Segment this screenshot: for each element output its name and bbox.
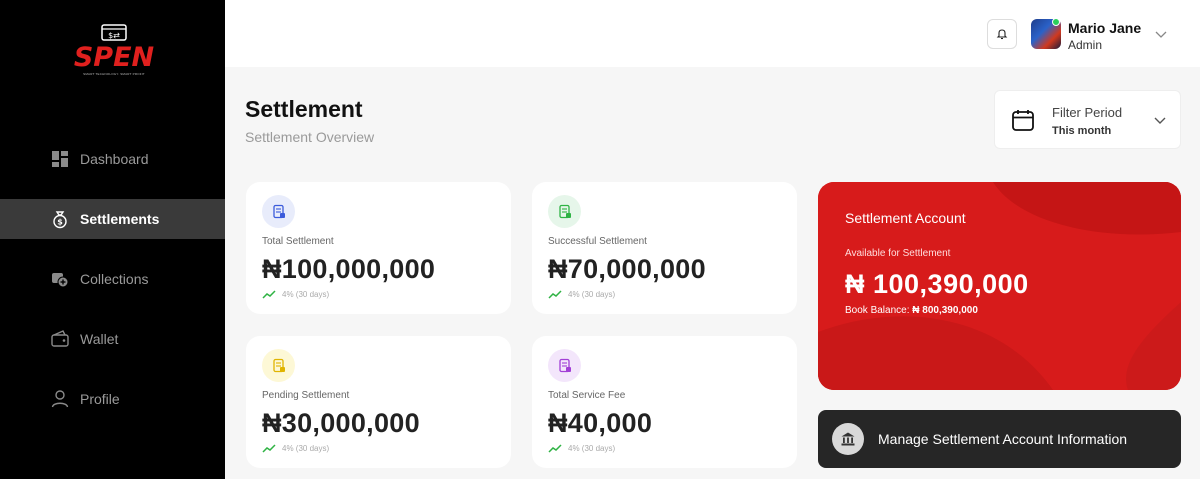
brand-logo[interactable]: $⇄ SPEN SMART TECHNOLOGY. SMART PROFIT xyxy=(68,24,160,84)
svg-text:$: $ xyxy=(57,218,63,227)
trend-indicator: 4% (30 days) xyxy=(548,443,615,453)
chevron-down-icon xyxy=(1154,117,1166,124)
settlement-account-card: Settlement Account Available for Settlem… xyxy=(818,182,1181,390)
page-subtitle: Settlement Overview xyxy=(245,129,375,145)
book-balance-label: Book Balance: xyxy=(845,305,910,316)
trend-indicator: 4% (30 days) xyxy=(262,289,329,299)
stat-value: ₦100,000,000 xyxy=(262,254,436,284)
trend-text: 4% (30 days) xyxy=(282,443,330,453)
trend-up-icon xyxy=(262,444,276,453)
stat-card-total-service-fee[interactable]: Total Service Fee ₦40,000 4% (30 days) xyxy=(532,336,797,468)
sidebar: $⇄ SPEN SMART TECHNOLOGY. SMART PROFIT D… xyxy=(0,0,225,479)
svg-text:$⇄: $⇄ xyxy=(108,31,120,40)
stat-value: ₦30,000,000 xyxy=(262,408,420,438)
manage-account-button[interactable]: Manage Settlement Account Information xyxy=(818,410,1181,468)
dashboard-icon xyxy=(52,151,68,167)
trend-indicator: 4% (30 days) xyxy=(262,443,329,453)
stat-label: Total Settlement xyxy=(262,236,334,247)
stat-label: Pending Settlement xyxy=(262,390,350,401)
filter-period-dropdown[interactable]: Filter Period This month xyxy=(994,90,1181,149)
document-icon xyxy=(262,195,295,228)
sidebar-item-label: Settlements xyxy=(80,211,160,227)
user-role: Admin xyxy=(1068,38,1103,52)
user-name[interactable]: Mario Jane xyxy=(1068,20,1141,36)
trend-text: 4% (30 days) xyxy=(282,289,330,299)
wallet-icon xyxy=(51,330,69,347)
sidebar-item-label: Dashboard xyxy=(80,151,149,167)
account-title: Settlement Account xyxy=(845,210,966,226)
stat-value: ₦70,000,000 xyxy=(548,254,706,284)
trend-text: 4% (30 days) xyxy=(568,443,616,453)
collections-icon xyxy=(52,273,69,288)
top-header: Mario Jane Admin xyxy=(225,0,1200,67)
calendar-icon xyxy=(1012,110,1034,131)
available-label: Available for Settlement xyxy=(845,248,951,259)
document-icon xyxy=(548,349,581,382)
sidebar-item-label: Collections xyxy=(80,271,149,287)
book-balance: Book Balance: ₦ 800,390,000 xyxy=(845,305,978,316)
chevron-down-icon[interactable] xyxy=(1154,27,1168,41)
stat-value: ₦40,000 xyxy=(548,408,653,438)
book-balance-value: ₦ 800,390,000 xyxy=(912,305,978,316)
stat-card-pending-settlement[interactable]: Pending Settlement ₦30,000,000 4% (30 da… xyxy=(246,336,511,468)
trend-text: 4% (30 days) xyxy=(568,289,616,299)
filter-value: This month xyxy=(1052,125,1112,137)
sidebar-item-collections[interactable]: Collections xyxy=(0,259,225,299)
trend-indicator: 4% (30 days) xyxy=(548,289,615,299)
document-icon xyxy=(548,195,581,228)
filter-label: Filter Period xyxy=(1052,105,1123,120)
page-title: Settlement xyxy=(245,96,363,122)
bell-icon xyxy=(996,29,1008,40)
sidebar-item-settlements[interactable]: $ Settlements xyxy=(0,199,225,239)
manage-account-label: Manage Settlement Account Information xyxy=(878,431,1128,447)
money-bag-icon: $ xyxy=(53,211,67,229)
trend-up-icon xyxy=(262,290,276,299)
sidebar-item-label: Profile xyxy=(80,391,120,407)
user-icon xyxy=(51,390,69,408)
trend-up-icon xyxy=(548,444,562,453)
bank-icon xyxy=(832,423,864,455)
trend-up-icon xyxy=(548,290,562,299)
stat-card-total-settlement[interactable]: Total Settlement ₦100,000,000 4% (30 day… xyxy=(246,182,511,314)
stat-label: Total Service Fee xyxy=(548,390,626,401)
online-status-dot xyxy=(1052,18,1060,26)
sidebar-item-label: Wallet xyxy=(80,331,119,347)
stat-card-successful-settlement[interactable]: Successful Settlement ₦70,000,000 4% (30… xyxy=(532,182,797,314)
sidebar-item-dashboard[interactable]: Dashboard xyxy=(0,139,225,179)
document-icon xyxy=(262,349,295,382)
sidebar-nav: Dashboard $ Settlements Collections Wall… xyxy=(0,139,225,439)
sidebar-item-profile[interactable]: Profile xyxy=(0,379,225,419)
brand-name: SPEN xyxy=(73,42,155,73)
notification-button[interactable] xyxy=(987,19,1017,49)
available-value: ₦ 100,390,000 xyxy=(845,269,1029,299)
sidebar-item-wallet[interactable]: Wallet xyxy=(0,319,225,359)
payment-screen-icon: $⇄ xyxy=(101,24,127,41)
stat-label: Successful Settlement xyxy=(548,236,647,247)
